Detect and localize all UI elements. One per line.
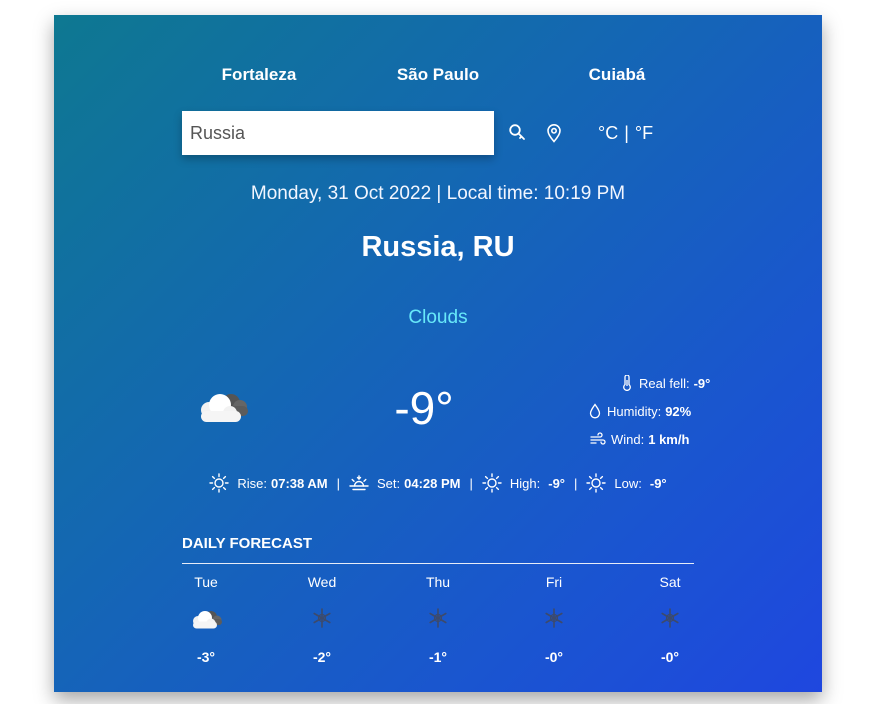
- forecast-temp: -1°: [428, 649, 448, 665]
- high-item: High: -9°: [482, 473, 565, 493]
- forecast-day-name: Fri: [545, 574, 563, 590]
- sunset-label: Set:: [376, 475, 401, 491]
- forecast-day-name: Tue: [194, 574, 218, 590]
- forecast-temp: -0°: [660, 649, 680, 665]
- clouds-icon: [176, 601, 236, 649]
- separator: |: [336, 475, 340, 491]
- wind-label: Wind:: [611, 431, 645, 447]
- sunrise-item: Rise: 07:38 AM: [209, 473, 328, 493]
- sun-icon: [482, 473, 502, 493]
- fahrenheit-button[interactable]: °F: [635, 123, 653, 144]
- location-title: Russia, RU: [361, 231, 515, 263]
- forecast-temp: -0°: [544, 649, 564, 665]
- weather-details: Real fell: -9° Humidity: 92% Wind: 1 km/…: [584, 369, 710, 453]
- high-value: -9°: [548, 475, 565, 491]
- unit-separator: |: [624, 122, 629, 143]
- snow-icon: [292, 601, 352, 649]
- clouds-icon: [192, 387, 252, 432]
- low-item: Low: -9°: [586, 473, 667, 493]
- search-bar: °C | °F: [182, 111, 653, 155]
- search-input[interactable]: [182, 111, 494, 155]
- sun-icon: [209, 473, 230, 493]
- sunset-value: 04:28 PM: [404, 475, 461, 491]
- separator: |: [574, 475, 578, 491]
- thermometer-icon: [623, 375, 631, 391]
- forecast-day: Wed -2°: [292, 571, 352, 665]
- sunrise-label: Rise:: [237, 475, 267, 491]
- celsius-button[interactable]: °C: [598, 123, 618, 144]
- high-label: High:: [509, 475, 541, 491]
- snow-icon: [640, 601, 700, 649]
- local-datetime: Monday, 31 Oct 2022 | Local time: 10:19 …: [250, 183, 626, 204]
- forecast-day: Fri -0°: [524, 571, 584, 665]
- forecast-day: Sat -0°: [640, 571, 700, 665]
- low-label: Low:: [614, 475, 642, 491]
- search-button[interactable]: [500, 111, 536, 155]
- real-feel-row: Real fell: -9°: [620, 369, 710, 397]
- forecast-day-name: Wed: [307, 574, 337, 590]
- snow-icon: [524, 601, 584, 649]
- wind-row: Wind: 1 km/h: [590, 425, 710, 453]
- forecast-divider: [182, 563, 694, 564]
- forecast-temp: -2°: [312, 649, 332, 665]
- forecast-day: Thu -1°: [408, 571, 468, 665]
- city-link-sao-paulo[interactable]: São Paulo: [349, 65, 528, 85]
- wind-icon: [590, 432, 606, 445]
- droplet-icon: [589, 403, 601, 419]
- current-temperature: -9°: [394, 382, 454, 434]
- humidity-label: Humidity:: [607, 403, 662, 419]
- forecast-temp: -3°: [196, 649, 216, 665]
- weather-condition: Clouds: [408, 307, 468, 328]
- sun-and-range-row: Rise: 07:38 AM | Set: 04:28 PM | High: -…: [54, 473, 822, 493]
- weather-app: Fortaleza São Paulo Cuiabá °C | °F Monda…: [54, 15, 822, 692]
- wind-value: 1 km/h: [648, 431, 690, 447]
- forecast-title: DAILY FORECAST: [182, 535, 313, 552]
- snow-icon: [408, 601, 468, 649]
- sunset-item: Set: 04:28 PM: [349, 473, 461, 493]
- city-link-cuiaba[interactable]: Cuiabá: [528, 65, 707, 85]
- humidity-value: 92%: [665, 403, 692, 419]
- humidity-row: Humidity: 92%: [588, 397, 710, 425]
- low-value: -9°: [649, 475, 667, 491]
- real-feel-label: Real fell:: [639, 375, 690, 391]
- location-button[interactable]: [536, 111, 572, 155]
- sunrise-value: 07:38 AM: [270, 475, 328, 491]
- real-feel-value: -9°: [693, 375, 711, 391]
- forecast-day: Tue -3°: [176, 571, 236, 665]
- forecast-day-name: Thu: [425, 574, 451, 590]
- unit-toggle: °C | °F: [598, 123, 653, 144]
- sunset-icon: [349, 475, 369, 491]
- forecast-day-name: Sat: [659, 574, 681, 590]
- city-shortcuts: Fortaleza São Paulo Cuiabá: [54, 65, 822, 85]
- city-link-fortaleza[interactable]: Fortaleza: [170, 65, 349, 85]
- sun-icon: [586, 473, 607, 493]
- location-pin-icon: [547, 124, 561, 143]
- separator: |: [469, 475, 473, 491]
- search-icon: [509, 124, 525, 140]
